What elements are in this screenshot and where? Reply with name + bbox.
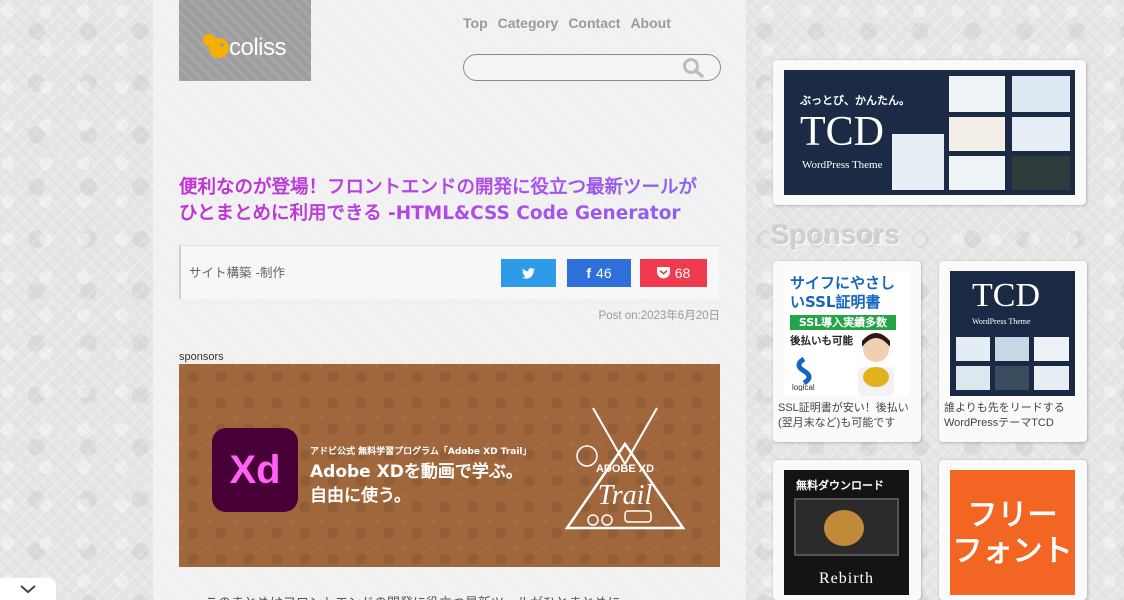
chevron-down-icon — [20, 585, 36, 594]
nav-top[interactable]: Top — [463, 15, 488, 31]
facebook-icon: f — [586, 265, 592, 281]
trail-word-text: Trail — [598, 480, 653, 511]
search-input[interactable] — [476, 58, 680, 79]
tcd-ad-thumbnail — [956, 366, 990, 390]
trail-tent-icon: ADOBE XD Trail — [564, 407, 686, 530]
post-date: Post on:2023年6月20日 — [598, 310, 720, 322]
twitter-share-button[interactable] — [501, 259, 556, 287]
sponsors-heading: Sponsors — [771, 219, 901, 250]
search-icon[interactable] — [682, 58, 704, 78]
person-illustration-icon — [858, 333, 894, 396]
ssl-ad-image: サイフにやさしいSSL証明書 SSL導入実績多数 後払いも可能 logical — [784, 271, 909, 396]
search-box — [463, 54, 721, 81]
tcd-ad-thumbnail — [995, 337, 1029, 361]
tcd-ad-logo: TCD — [972, 277, 1040, 314]
rebirth-ad-screenshot — [824, 510, 864, 546]
article-title: 便利なのが登場！フロントエンドの開発に役立つ最新ツールが ひとまとめに利用できる… — [179, 175, 729, 227]
logo-text: coliss — [229, 34, 287, 61]
sponsors-label: sponsors — [179, 351, 224, 363]
nav-about[interactable]: About — [630, 15, 670, 31]
tcd-ad-caption[interactable]: 誰よりも先をリードするWordPressテーマTCD — [944, 401, 1084, 431]
top-nav: Top Category Contact About — [463, 15, 671, 31]
rebirth-ad-image: 無料ダウンロード Rebirth — [784, 470, 909, 595]
tcd-thumbnail — [949, 156, 1005, 190]
pocket-icon — [656, 267, 670, 279]
rebirth-ad-top: 無料ダウンロード — [796, 479, 884, 492]
ad-headline: Adobe XDを動画で学ぶ。 — [310, 462, 523, 482]
tcd-ad-card[interactable]: TCD WordPress Theme 誰よりも先をリードするWordPress… — [939, 261, 1087, 442]
article-title-line2: ひとまとめに利用できる -HTML&CSS Code Generator — [179, 203, 681, 224]
ssl-ad-title: サイフにやさしいSSL証明書 — [790, 274, 896, 311]
adobe-xd-ad-banner[interactable]: Xd アドビ公式 無料学習プログラム「Adobe XD Trail」 Adobe… — [179, 364, 720, 567]
free-font-ad-line2: フォント — [952, 534, 1073, 569]
ssl-ad-card[interactable]: サイフにやさしいSSL証明書 SSL導入実績多数 後払いも可能 logical … — [773, 261, 921, 442]
facebook-share-count: 46 — [596, 265, 612, 281]
rebirth-ad-card[interactable]: 無料ダウンロード Rebirth — [773, 460, 921, 600]
ssl-ad-badge: SSL導入実績多数 — [790, 315, 896, 330]
ad-small-text: アドビ公式 無料学習プログラム「Adobe XD Trail」 — [310, 447, 532, 457]
xd-logo-icon: Xd — [212, 428, 298, 512]
tcd-thumbnail — [892, 134, 944, 190]
tcd-ad-thumbnail — [956, 337, 990, 361]
scroll-toggle[interactable] — [0, 578, 56, 600]
sidebar-tcd-card[interactable]: ぶっとび、かんたん。 TCD WordPress Theme — [773, 60, 1086, 205]
ssl-ad-sub: 後払いも可能 — [790, 335, 853, 347]
free-font-ad-card[interactable]: フリー フォント — [939, 460, 1087, 600]
article-body-preview: このまとめはフロントエンドの開発に役立つ最新ツールがひとまとめに — [179, 592, 720, 600]
free-font-ad-text: フリー フォント — [950, 498, 1075, 570]
ssl-ad-caption[interactable]: SSL証明書が安い！後払い(翌月末など)も可能です — [778, 401, 918, 431]
tcd-thumbnail — [1012, 76, 1070, 112]
tcd-ad-thumbnail — [995, 366, 1029, 390]
article-category[interactable]: サイト構築 -制作 — [189, 262, 285, 281]
ssl-ad-logo-text: logical — [792, 383, 815, 391]
tcd-banner-logo: TCD — [800, 109, 884, 155]
tcd-banner-sub: WordPress Theme — [802, 159, 883, 171]
tcd-thumbnail — [1012, 117, 1070, 151]
tcd-thumbnail — [949, 76, 1005, 112]
article-meta: サイト構築 -制作 f 46 68 — [179, 245, 719, 299]
trail-top-text: ADOBE XD — [596, 463, 654, 475]
twitter-icon — [522, 267, 535, 279]
nav-contact[interactable]: Contact — [568, 15, 620, 31]
tcd-thumbnail — [1012, 156, 1070, 190]
tcd-ad-thumbnail — [1034, 337, 1069, 361]
nav-category[interactable]: Category — [498, 15, 559, 31]
squirrel-logo-icon — [203, 34, 229, 58]
pocket-share-button[interactable]: 68 — [640, 259, 707, 287]
tcd-ad-sub: WordPress Theme — [972, 317, 1031, 326]
tcd-thumbnail — [949, 117, 1005, 151]
rebirth-ad-name: Rebirth — [819, 570, 874, 587]
logical-logo-icon: logical — [792, 357, 815, 391]
tcd-ad-thumbnail — [1034, 366, 1069, 390]
free-font-ad-line1: フリー — [967, 498, 1058, 533]
facebook-share-button[interactable]: f 46 — [567, 259, 631, 287]
tcd-banner-tagline: ぶっとび、かんたん。 — [800, 94, 910, 107]
tcd-banner: ぶっとび、かんたん。 TCD WordPress Theme — [784, 70, 1075, 195]
pocket-share-count: 68 — [674, 265, 691, 281]
tcd-ad-image: TCD WordPress Theme — [950, 271, 1075, 396]
ad-subheadline: 自由に使う。 — [310, 486, 411, 506]
free-font-ad-image: フリー フォント — [950, 470, 1075, 595]
site-logo[interactable]: coliss — [179, 0, 311, 81]
article-title-line1: 便利なのが登場！フロントエンドの開発に役立つ最新ツールが — [179, 177, 698, 198]
